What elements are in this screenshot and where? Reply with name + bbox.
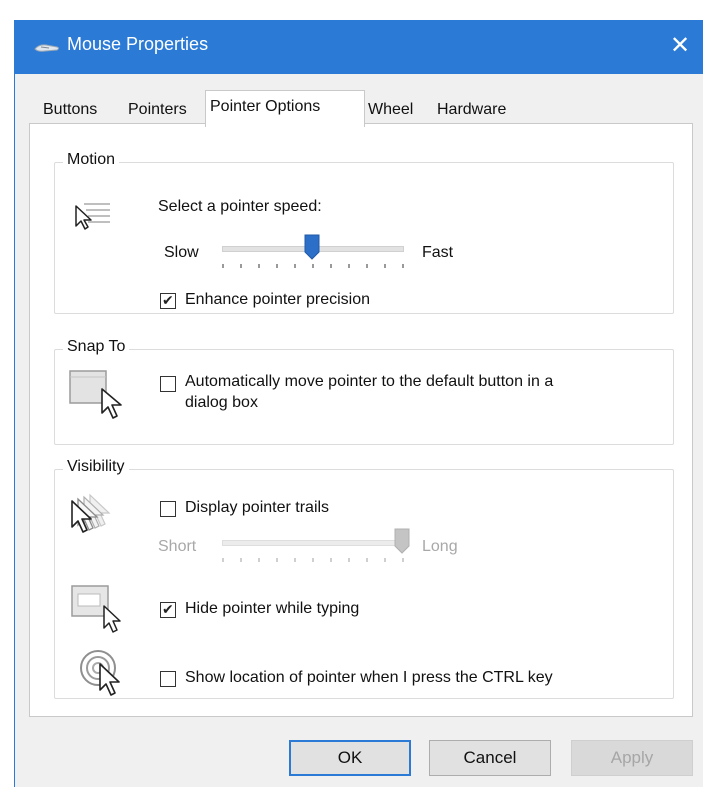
pointer-trails-checkbox[interactable] bbox=[160, 501, 176, 517]
pointer-speed-prompt: Select a pointer speed: bbox=[158, 198, 322, 215]
hide-pointer-icon bbox=[71, 585, 121, 633]
tab-pointers[interactable]: Pointers bbox=[124, 96, 191, 124]
tab-panel-pointer-options: Motion Select a pointer speed: Slow Fast… bbox=[29, 123, 693, 717]
pointer-speed-icon bbox=[75, 203, 110, 230]
slider-tick bbox=[366, 558, 368, 562]
slider-tick bbox=[330, 558, 332, 562]
window-title: Mouse Properties bbox=[67, 34, 209, 54]
title-bar[interactable]: Mouse Properties ✕ bbox=[15, 20, 703, 74]
fast-label: Fast bbox=[422, 244, 454, 261]
pointer-trails-label: Display pointer trails bbox=[185, 499, 330, 516]
checkmark-icon: ✔ bbox=[162, 292, 174, 308]
slider-tick bbox=[276, 264, 278, 268]
ok-button[interactable]: OK bbox=[289, 740, 411, 776]
trail-length-slider[interactable] bbox=[394, 528, 410, 554]
pointer-speed-slider[interactable] bbox=[304, 234, 320, 260]
slider-tick bbox=[294, 558, 296, 562]
tab-wheel[interactable]: Wheel bbox=[364, 96, 417, 124]
enhance-precision-checkbox[interactable]: ✔ bbox=[160, 292, 176, 309]
apply-button[interactable]: Apply bbox=[571, 740, 693, 776]
mouse-properties-window: Mouse Properties ✕ Buttons Pointers Poin… bbox=[14, 20, 703, 787]
visibility-group-label: Visibility bbox=[63, 458, 129, 476]
slider-tick bbox=[312, 264, 314, 268]
tab-strip: Buttons Pointers Pointer Options Wheel H… bbox=[29, 90, 703, 127]
snap-to-group: Snap To bbox=[54, 338, 674, 445]
slider-tick bbox=[366, 264, 368, 268]
short-label: Short bbox=[158, 538, 197, 555]
snap-to-checkbox[interactable] bbox=[160, 376, 176, 392]
slider-tick bbox=[222, 264, 224, 268]
hide-pointer-checkbox[interactable]: ✔ bbox=[160, 601, 176, 618]
slider-tick bbox=[348, 558, 350, 562]
visibility-group: Visibility bbox=[54, 458, 674, 699]
slider-tick bbox=[240, 264, 242, 268]
slow-label: Slow bbox=[164, 244, 199, 261]
snap-to-icon bbox=[69, 370, 122, 419]
trail-length-track bbox=[222, 540, 404, 546]
slider-tick bbox=[402, 264, 404, 268]
tab-hardware[interactable]: Hardware bbox=[433, 96, 510, 124]
slider-tick bbox=[222, 558, 224, 562]
cancel-button[interactable]: Cancel bbox=[429, 740, 551, 776]
slider-tick bbox=[294, 264, 296, 268]
snap-to-group-label: Snap To bbox=[63, 338, 130, 356]
snap-to-label-line2: dialog box bbox=[185, 394, 258, 411]
tab-buttons[interactable]: Buttons bbox=[39, 96, 101, 124]
slider-tick bbox=[384, 264, 386, 268]
slider-tick bbox=[240, 558, 242, 562]
trail-length-ticks bbox=[222, 558, 404, 562]
ctrl-locate-checkbox[interactable] bbox=[160, 671, 176, 687]
slider-tick bbox=[276, 558, 278, 562]
ctrl-locate-label: Show location of pointer when I press th… bbox=[185, 669, 553, 686]
pointer-trails-icon bbox=[71, 493, 111, 533]
snap-to-label-line1: Automatically move pointer to the defaul… bbox=[185, 373, 554, 390]
slider-tick bbox=[384, 558, 386, 562]
hide-pointer-label: Hide pointer while typing bbox=[185, 600, 360, 617]
tab-pointer-options[interactable]: Pointer Options bbox=[205, 90, 365, 127]
close-icon[interactable]: ✕ bbox=[656, 20, 703, 74]
checkmark-icon: ✔ bbox=[162, 601, 174, 617]
mouse-icon bbox=[34, 44, 59, 52]
long-label: Long bbox=[422, 538, 458, 555]
enhance-precision-label: Enhance pointer precision bbox=[185, 291, 371, 308]
slider-tick bbox=[258, 264, 260, 268]
slider-tick bbox=[348, 264, 350, 268]
slider-tick bbox=[258, 558, 260, 562]
slider-tick bbox=[402, 558, 404, 562]
slider-tick bbox=[312, 558, 314, 562]
slider-tick bbox=[330, 264, 332, 268]
motion-group-label: Motion bbox=[63, 151, 120, 169]
pointer-speed-ticks bbox=[222, 264, 404, 268]
ctrl-locate-icon bbox=[80, 650, 120, 696]
